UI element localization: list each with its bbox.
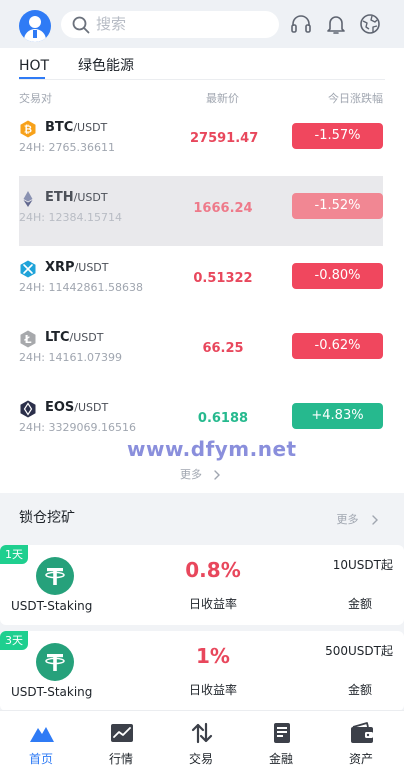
nav-label: 资产: [348, 752, 373, 766]
staking-section-header: 锁仓挖矿 更多: [0, 493, 404, 545]
nav-item-trade[interactable]: 交易: [161, 711, 241, 774]
nav-item-assets[interactable]: 资产: [321, 711, 401, 774]
market-panel: HOT 绿色能源 交易对 最新价 今日涨跌幅 ₿ BTC/USDT 24H: 2…: [0, 48, 404, 493]
xrp-coin-icon: [20, 260, 36, 278]
minimum-amount-label: 金额: [347, 683, 372, 697]
avatar-tie: [33, 30, 37, 38]
pair-symbol: ETH/USDT: [45, 190, 108, 205]
staking-product-name: USDT-Staking: [11, 599, 93, 613]
search-icon: [72, 16, 90, 34]
nav-item-home[interactable]: 首页: [1, 711, 81, 774]
column-header-pair: 交易对: [19, 92, 52, 105]
column-header-change: 今日涨跌幅: [328, 92, 383, 105]
bottom-navigation: 首页 行情 交易 金融 资产: [0, 710, 404, 774]
pair-price: 1666.24: [193, 201, 253, 216]
pair-volume: 24H: 11442861.58638: [19, 281, 143, 294]
pair-volume: 24H: 2765.36611: [19, 141, 115, 154]
pair-symbol: BTC/USDT: [45, 120, 108, 135]
pair-volume: 24H: 3329069.16516: [19, 421, 136, 434]
pair-symbol: EOS/USDT: [45, 400, 109, 415]
staking-product-name: USDT-Staking: [11, 685, 93, 699]
svg-text:Ł: Ł: [23, 333, 31, 346]
watermark: www.dfym.net: [127, 437, 297, 461]
top-bar: 搜索: [0, 0, 404, 48]
column-header-price: 最新价: [206, 92, 239, 105]
market-row-btc[interactable]: ₿ BTC/USDT 24H: 2765.36611 27591.47 -1.5…: [0, 106, 404, 176]
headset-icon[interactable]: [289, 12, 313, 36]
eth-coin-icon: [23, 191, 33, 207]
chevron-right-icon: [213, 470, 220, 480]
pair-price: 27591.47: [190, 131, 259, 146]
trade-arrows-icon: [191, 722, 213, 744]
daily-rate: 1%: [196, 644, 230, 668]
market-row-ltc[interactable]: Ł LTC/USDT 24H: 14161.07399 66.25 -0.62%: [0, 316, 404, 386]
market-more-link[interactable]: 更多: [180, 468, 224, 482]
staking-title: 锁仓挖矿: [19, 510, 75, 526]
document-icon: [274, 723, 290, 743]
minimum-amount: 500USDT起: [325, 644, 393, 658]
minimum-amount: 10USDT起: [332, 558, 393, 572]
change-badge[interactable]: -0.62%: [292, 333, 383, 359]
globe-icon[interactable]: [358, 12, 382, 36]
btc-coin-icon: ₿: [20, 120, 36, 138]
search-placeholder: 搜索: [96, 15, 127, 33]
pair-price: 0.6188: [197, 411, 249, 426]
nav-item-finance[interactable]: 金融: [241, 711, 321, 774]
change-badge[interactable]: -1.57%: [292, 123, 383, 149]
change-badge[interactable]: +4.83%: [292, 403, 383, 429]
svg-text:₿: ₿: [24, 124, 32, 136]
change-badge[interactable]: -1.52%: [292, 193, 383, 219]
search-bar[interactable]: 搜索: [61, 11, 279, 38]
pair-volume: 24H: 14161.07399: [19, 351, 122, 364]
tether-icon: [36, 557, 74, 595]
daily-rate-label: 日收益率: [188, 597, 237, 611]
tether-icon: [36, 643, 74, 681]
nav-label: 交易: [188, 752, 213, 766]
change-badge[interactable]: -0.80%: [292, 263, 383, 289]
duration-tag: 1天: [0, 545, 28, 564]
daily-rate: 0.8%: [185, 558, 241, 582]
tab-divider: [19, 79, 385, 80]
more-label: 更多: [336, 513, 359, 526]
duration-tag: 3天: [0, 631, 28, 650]
pair-price: 66.25: [202, 341, 244, 356]
bell-icon[interactable]: [324, 12, 348, 36]
avatar-head: [29, 16, 41, 28]
staking-card[interactable]: 1天 USDT-Staking 0.8% 日收益率 10USDT起 金额: [0, 545, 404, 625]
nav-label: 金融: [268, 752, 293, 766]
eos-coin-icon: [20, 400, 36, 418]
market-row-xrp[interactable]: XRP/USDT 24H: 11442861.58638 0.51322 -0.…: [0, 246, 404, 316]
chevron-right-icon: [372, 515, 378, 525]
more-label: 更多: [180, 468, 202, 481]
nav-label: 行情: [108, 752, 133, 766]
staking-card[interactable]: 3天 USDT-Staking 1% 日收益率 500USDT起 金额: [0, 631, 404, 711]
nav-label: 首页: [28, 752, 53, 766]
nav-item-market[interactable]: 行情: [81, 711, 161, 774]
pair-symbol: LTC/USDT: [45, 330, 104, 345]
market-row-eth[interactable]: ETH/USDT 24H: 12384.15714 1666.24 -1.52%: [19, 176, 383, 246]
tab-hot[interactable]: HOT: [19, 57, 49, 75]
daily-rate-label: 日收益率: [188, 683, 237, 697]
pair-price: 0.51322: [193, 271, 253, 286]
wallet-icon: [351, 722, 373, 743]
pair-symbol: XRP/USDT: [45, 260, 109, 275]
home-mountain-icon: [30, 727, 54, 742]
tab-green-energy[interactable]: 绿色能源: [78, 57, 134, 75]
staking-more-link[interactable]: 更多: [337, 513, 383, 527]
user-avatar[interactable]: [19, 10, 51, 42]
pair-volume: 24H: 12384.15714: [19, 211, 122, 224]
ltc-coin-icon: Ł: [20, 330, 36, 348]
chart-icon: [111, 724, 133, 742]
minimum-amount-label: 金额: [347, 597, 372, 611]
